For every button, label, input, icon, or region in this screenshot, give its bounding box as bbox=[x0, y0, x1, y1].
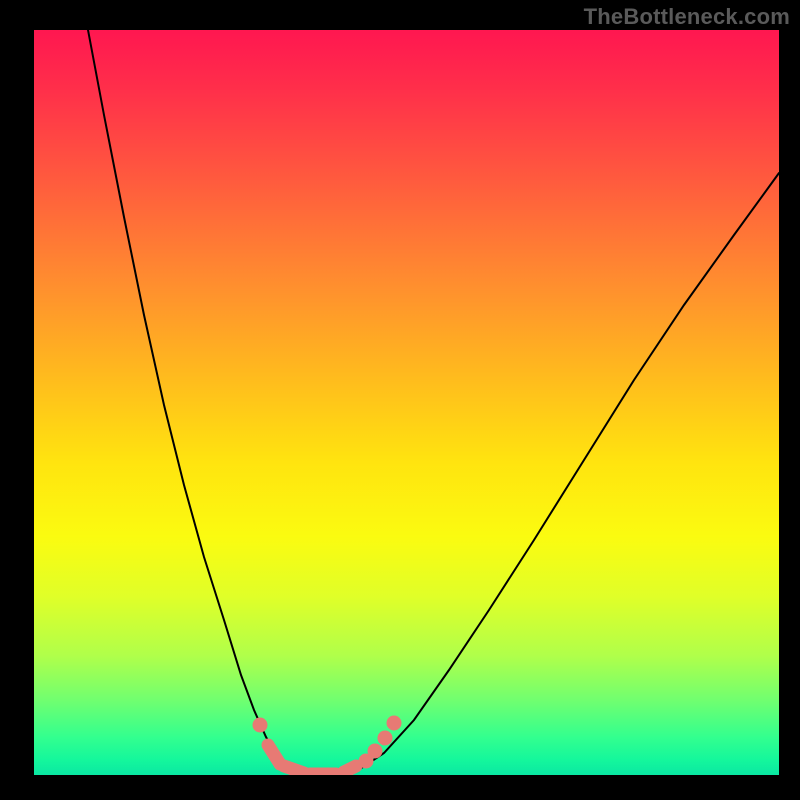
curve-marker-bar bbox=[344, 766, 356, 772]
curve-marker-bar bbox=[268, 745, 280, 764]
plot-overlay bbox=[34, 30, 779, 775]
curve-marker bbox=[378, 731, 393, 746]
curve-marker bbox=[387, 716, 402, 731]
curve-marker-bar bbox=[284, 766, 304, 773]
curve-marker bbox=[253, 718, 268, 733]
bottleneck-curve bbox=[88, 30, 779, 774]
watermark-text: TheBottleneck.com bbox=[584, 4, 790, 30]
curve-marker bbox=[368, 744, 383, 759]
chart-frame: TheBottleneck.com bbox=[0, 0, 800, 800]
